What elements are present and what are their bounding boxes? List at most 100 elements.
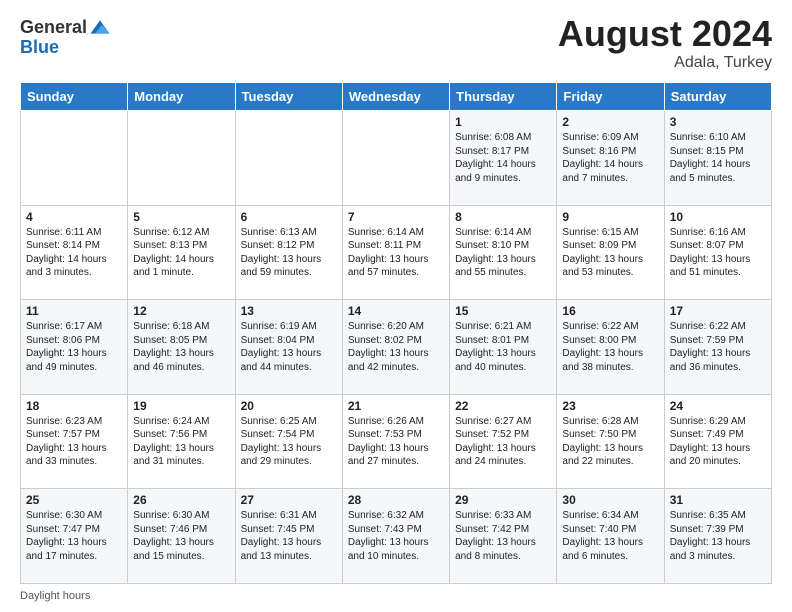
calendar-cell: 10 Sunrise: 6:16 AM Sunset: 8:07 PM Dayli…	[664, 205, 771, 300]
calendar-cell: 3 Sunrise: 6:10 AM Sunset: 8:15 PM Daylig…	[664, 111, 771, 206]
day-number: 12	[133, 304, 229, 318]
day-info: Sunrise: 6:34 AM Sunset: 7:40 PM Dayligh…	[562, 509, 658, 563]
calendar-cell: 19 Sunrise: 6:24 AM Sunset: 7:56 PM Dayli…	[128, 394, 235, 489]
day-number: 6	[241, 210, 337, 224]
day-number: 29	[455, 493, 551, 507]
day-info: Sunrise: 6:22 AM Sunset: 8:00 PM Dayligh…	[562, 320, 658, 374]
title-block: August 2024 Adala, Turkey	[558, 16, 772, 72]
day-number: 13	[241, 304, 337, 318]
calendar-cell	[128, 111, 235, 206]
calendar-cell	[342, 111, 449, 206]
day-info: Sunrise: 6:25 AM Sunset: 7:54 PM Dayligh…	[241, 415, 337, 469]
week-row-2: 4Sunrise: 6:11 AM Sunset: 8:14 PM Daylig…	[21, 205, 772, 300]
month-year-title: August 2024	[558, 16, 772, 52]
day-info: Sunrise: 6:19 AM Sunset: 8:04 PM Dayligh…	[241, 320, 337, 374]
day-number: 14	[348, 304, 444, 318]
day-info: Sunrise: 6:29 AM Sunset: 7:49 PM Dayligh…	[670, 415, 766, 469]
calendar-cell: 9Sunrise: 6:15 AM Sunset: 8:09 PM Daylig…	[557, 205, 664, 300]
calendar-cell: 11 Sunrise: 6:17 AM Sunset: 8:06 PM Dayli…	[21, 300, 128, 395]
day-info: Sunrise: 6:27 AM Sunset: 7:52 PM Dayligh…	[455, 415, 551, 469]
header: General Blue August 2024 Adala, Turkey	[20, 16, 772, 72]
calendar-cell: 31 Sunrise: 6:35 AM Sunset: 7:39 PM Dayli…	[664, 489, 771, 584]
week-row-3: 11 Sunrise: 6:17 AM Sunset: 8:06 PM Dayli…	[21, 300, 772, 395]
day-number: 15	[455, 304, 551, 318]
calendar-cell: 12 Sunrise: 6:18 AM Sunset: 8:05 PM Dayli…	[128, 300, 235, 395]
day-info: Sunrise: 6:08 AM Sunset: 8:17 PM Dayligh…	[455, 131, 551, 185]
day-info: Sunrise: 6:18 AM Sunset: 8:05 PM Dayligh…	[133, 320, 229, 374]
weekday-header-monday: Monday	[128, 83, 235, 111]
calendar-cell: 1 Sunrise: 6:08 AM Sunset: 8:17 PM Daylig…	[450, 111, 557, 206]
logo: General Blue	[20, 16, 111, 58]
day-info: Sunrise: 6:10 AM Sunset: 8:15 PM Dayligh…	[670, 131, 766, 185]
day-number: 1	[455, 115, 551, 129]
calendar-cell: 26Sunrise: 6:30 AM Sunset: 7:46 PM Dayli…	[128, 489, 235, 584]
day-number: 27	[241, 493, 337, 507]
weekday-header-thursday: Thursday	[450, 83, 557, 111]
day-info: Sunrise: 6:15 AM Sunset: 8:09 PM Dayligh…	[562, 226, 658, 280]
day-number: 24	[670, 399, 766, 413]
day-number: 19	[133, 399, 229, 413]
weekday-header-tuesday: Tuesday	[235, 83, 342, 111]
calendar-cell	[235, 111, 342, 206]
calendar-cell: 24 Sunrise: 6:29 AM Sunset: 7:49 PM Dayli…	[664, 394, 771, 489]
weekday-header-wednesday: Wednesday	[342, 83, 449, 111]
day-number: 31	[670, 493, 766, 507]
calendar-cell: 4Sunrise: 6:11 AM Sunset: 8:14 PM Daylig…	[21, 205, 128, 300]
day-info: Sunrise: 6:16 AM Sunset: 8:07 PM Dayligh…	[670, 226, 766, 280]
logo-icon	[89, 16, 111, 38]
day-number: 7	[348, 210, 444, 224]
daylight-label: Daylight hours	[20, 590, 90, 602]
calendar-cell: 30 Sunrise: 6:34 AM Sunset: 7:40 PM Dayli…	[557, 489, 664, 584]
calendar-cell	[21, 111, 128, 206]
day-info: Sunrise: 6:14 AM Sunset: 8:11 PM Dayligh…	[348, 226, 444, 280]
day-number: 22	[455, 399, 551, 413]
calendar-table: SundayMondayTuesdayWednesdayThursdayFrid…	[20, 82, 772, 584]
calendar-cell: 17Sunrise: 6:22 AM Sunset: 7:59 PM Dayli…	[664, 300, 771, 395]
day-info: Sunrise: 6:24 AM Sunset: 7:56 PM Dayligh…	[133, 415, 229, 469]
day-number: 25	[26, 493, 122, 507]
calendar-cell: 25 Sunrise: 6:30 AM Sunset: 7:47 PM Dayli…	[21, 489, 128, 584]
calendar-cell: 21 Sunrise: 6:26 AM Sunset: 7:53 PM Dayli…	[342, 394, 449, 489]
day-number: 3	[670, 115, 766, 129]
calendar-cell: 14Sunrise: 6:20 AM Sunset: 8:02 PM Dayli…	[342, 300, 449, 395]
day-number: 16	[562, 304, 658, 318]
calendar-cell: 22 Sunrise: 6:27 AM Sunset: 7:52 PM Dayli…	[450, 394, 557, 489]
day-number: 21	[348, 399, 444, 413]
day-info: Sunrise: 6:21 AM Sunset: 8:01 PM Dayligh…	[455, 320, 551, 374]
day-number: 11	[26, 304, 122, 318]
calendar-cell: 18 Sunrise: 6:23 AM Sunset: 7:57 PM Dayli…	[21, 394, 128, 489]
day-number: 23	[562, 399, 658, 413]
day-number: 4	[26, 210, 122, 224]
calendar-cell: 29Sunrise: 6:33 AM Sunset: 7:42 PM Dayli…	[450, 489, 557, 584]
calendar-cell: 27 Sunrise: 6:31 AM Sunset: 7:45 PM Dayli…	[235, 489, 342, 584]
day-number: 2	[562, 115, 658, 129]
calendar-cell: 8 Sunrise: 6:14 AM Sunset: 8:10 PM Daylig…	[450, 205, 557, 300]
calendar-cell: 23 Sunrise: 6:28 AM Sunset: 7:50 PM Dayli…	[557, 394, 664, 489]
day-number: 28	[348, 493, 444, 507]
calendar-cell: 13 Sunrise: 6:19 AM Sunset: 8:04 PM Dayli…	[235, 300, 342, 395]
day-number: 8	[455, 210, 551, 224]
logo-general-text: General	[20, 18, 87, 36]
day-number: 18	[26, 399, 122, 413]
day-info: Sunrise: 6:28 AM Sunset: 7:50 PM Dayligh…	[562, 415, 658, 469]
weekday-header-row: SundayMondayTuesdayWednesdayThursdayFrid…	[21, 83, 772, 111]
day-info: Sunrise: 6:26 AM Sunset: 7:53 PM Dayligh…	[348, 415, 444, 469]
day-info: Sunrise: 6:14 AM Sunset: 8:10 PM Dayligh…	[455, 226, 551, 280]
calendar-cell: 28 Sunrise: 6:32 AM Sunset: 7:43 PM Dayli…	[342, 489, 449, 584]
day-info: Sunrise: 6:30 AM Sunset: 7:47 PM Dayligh…	[26, 509, 122, 563]
day-info: Sunrise: 6:23 AM Sunset: 7:57 PM Dayligh…	[26, 415, 122, 469]
day-info: Sunrise: 6:12 AM Sunset: 8:13 PM Dayligh…	[133, 226, 229, 280]
day-info: Sunrise: 6:09 AM Sunset: 8:16 PM Dayligh…	[562, 131, 658, 185]
weekday-header-sunday: Sunday	[21, 83, 128, 111]
calendar-cell: 20Sunrise: 6:25 AM Sunset: 7:54 PM Dayli…	[235, 394, 342, 489]
day-info: Sunrise: 6:32 AM Sunset: 7:43 PM Dayligh…	[348, 509, 444, 563]
day-info: Sunrise: 6:30 AM Sunset: 7:46 PM Dayligh…	[133, 509, 229, 563]
day-number: 30	[562, 493, 658, 507]
day-info: Sunrise: 6:31 AM Sunset: 7:45 PM Dayligh…	[241, 509, 337, 563]
day-number: 10	[670, 210, 766, 224]
day-info: Sunrise: 6:17 AM Sunset: 8:06 PM Dayligh…	[26, 320, 122, 374]
calendar-cell: 15 Sunrise: 6:21 AM Sunset: 8:01 PM Dayli…	[450, 300, 557, 395]
calendar-cell: 6Sunrise: 6:13 AM Sunset: 8:12 PM Daylig…	[235, 205, 342, 300]
day-info: Sunrise: 6:35 AM Sunset: 7:39 PM Dayligh…	[670, 509, 766, 563]
day-number: 5	[133, 210, 229, 224]
